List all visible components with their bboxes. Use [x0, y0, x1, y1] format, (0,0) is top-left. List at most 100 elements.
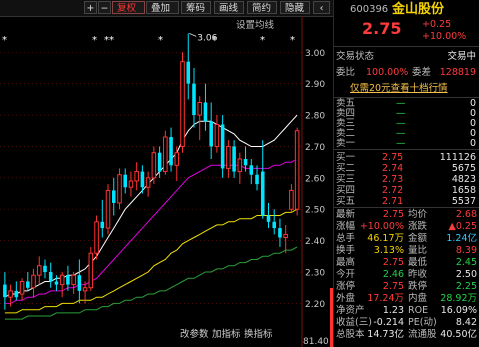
order-level-label: 买三: [336, 174, 356, 185]
candle-body: [134, 171, 139, 182]
moving-average-line: [4, 246, 298, 320]
divider: [334, 97, 479, 98]
hide-button[interactable]: 隐藏: [280, 1, 310, 14]
y-tick-label: 2.50: [305, 206, 325, 216]
candle-body: [140, 171, 145, 188]
candle-body: [59, 274, 65, 286]
stat-value: 3.13%: [373, 245, 404, 256]
add-indicator-button[interactable]: 加指标: [212, 326, 241, 340]
buy-order-row: 买四 2.72 1658: [334, 185, 479, 196]
sell-order-row: 卖五 —0: [334, 99, 479, 109]
order-price: 2.72: [382, 185, 404, 196]
candle-body: [36, 265, 42, 276]
candle-body: [48, 272, 53, 282]
order-level-label: 买一: [336, 152, 356, 163]
event-marker: *: [158, 35, 163, 46]
order-level-label: 买二: [336, 163, 356, 174]
order-level-label: 卖一: [336, 138, 356, 149]
simple-view-button[interactable]: 简约: [247, 1, 277, 14]
weibi-label: 委比: [336, 67, 356, 78]
moving-average-line: [4, 208, 298, 314]
kline-chart-area[interactable]: 3.00 2.90 2.80 2.70 2.60 2.50 2.40 2.30 2.20 81.4…: [0, 16, 333, 347]
candle-body: [214, 123, 220, 147]
candle-body: [209, 121, 213, 147]
buy-order-row: 买二 2.74 5675: [334, 163, 479, 174]
trade-status-row: 交易状态 交易中: [334, 51, 479, 63]
promo-row: 仅需20元查看十档行情: [334, 82, 479, 96]
order-volume: 0: [469, 138, 476, 149]
candle-body: [278, 228, 282, 238]
chips-button[interactable]: 筹码: [181, 1, 211, 14]
event-marker: *: [290, 35, 295, 46]
order-price: 2.73: [382, 174, 404, 185]
stat-value: 2.75: [382, 281, 404, 292]
quote-panel: 600396 金山股份 2.75 +0.25 +10.00% 交易状态 交易中 …: [333, 0, 479, 347]
collapse-panel-button[interactable]: ‹: [313, 1, 330, 14]
zoom-in-button[interactable]: +: [84, 1, 97, 14]
quote-stat-row: 总股本 14.73亿 流通股 40.50亿: [334, 329, 479, 341]
candle-body: [174, 152, 180, 166]
order-volume: 111126: [439, 152, 476, 163]
buy-order-row: 买一 2.75 111126: [334, 152, 479, 163]
stat-label: 今开: [336, 269, 356, 280]
stat-label: PE(动): [408, 317, 437, 328]
stat-label: 总手: [336, 233, 356, 244]
candle-body: [232, 146, 236, 172]
candle-body: [8, 290, 13, 298]
candle-body: [100, 221, 105, 229]
order-price: 2.75: [382, 152, 404, 163]
candle-body: [82, 287, 88, 292]
zoom-out-button[interactable]: −: [98, 1, 111, 14]
trade-status-value: 交易中: [447, 51, 476, 62]
ma-settings-label[interactable]: 设置均线: [236, 17, 274, 31]
y-tick-label: 2.70: [305, 143, 325, 153]
overlay-button[interactable]: 叠加: [146, 1, 179, 14]
stat-value: 46.17万: [367, 233, 404, 244]
candle-body: [94, 221, 99, 254]
order-volume: 5675: [451, 163, 476, 174]
stat-value: -0.214: [373, 317, 404, 328]
stat-value: 2.45: [455, 257, 477, 268]
order-price: 2.74: [382, 163, 404, 174]
quote-stat-row: 最高 2.75 最低 2.45: [334, 257, 479, 269]
stat-value: 16.09%: [440, 305, 477, 316]
candle-body: [77, 275, 82, 291]
candle-body: [163, 136, 168, 173]
stat-label: 量比: [408, 245, 428, 256]
change-params-button[interactable]: 改参数: [180, 326, 209, 340]
adjust-price-button[interactable]: 复权: [112, 1, 145, 14]
switch-indicator-button[interactable]: 换指标: [244, 326, 273, 340]
candle-body: [145, 177, 151, 188]
stat-label: 总股本: [336, 329, 365, 340]
sell-order-row: 卖四 —0: [334, 109, 479, 119]
stat-value: +10.00%: [359, 221, 404, 232]
stat-label: 跌停: [408, 281, 428, 292]
stat-value: 17.24万: [367, 293, 404, 304]
order-price: 2.71: [382, 196, 404, 207]
candle-body: [54, 281, 59, 285]
trade-status-label: 交易状态: [336, 51, 375, 62]
candle-body: [88, 252, 94, 289]
candle-body: [111, 190, 116, 203]
order-volume: 1658: [451, 185, 476, 196]
quote-stat-row: 收益(三) -0.214 PE(动) 8.42: [334, 317, 479, 329]
stat-value: ▲0.25: [448, 221, 477, 232]
stat-value: 8.39: [455, 245, 477, 256]
price-change: +0.25: [422, 19, 452, 30]
y-tick-label: 2.60: [305, 174, 325, 184]
ten-level-promo-link[interactable]: 仅需20元查看十档行情: [350, 82, 448, 96]
weicha-value: 128819: [439, 67, 476, 78]
stat-label: ROE: [408, 305, 429, 316]
draw-line-button[interactable]: 画线: [214, 1, 244, 14]
y-tick-label: 2.20: [305, 300, 325, 310]
stat-value: 2.75: [382, 257, 404, 268]
stat-label: 流通股: [408, 329, 437, 340]
kline-chart[interactable]: 3.00 2.90 2.80 2.70 2.60 2.50 2.40 2.30 2.20 81.4…: [0, 16, 333, 347]
event-marker: *: [2, 35, 7, 46]
stat-value: 2.50: [455, 269, 477, 280]
quote-stat-row: 净资产 1.23 ROE 16.09%: [334, 305, 479, 317]
y-tick-label: 2.40: [305, 237, 325, 247]
quote-stat-row: 涨幅 +10.00% 涨跌 ▲0.25: [334, 221, 479, 233]
candle-body: [266, 215, 271, 222]
stat-label: 净资产: [336, 305, 365, 316]
